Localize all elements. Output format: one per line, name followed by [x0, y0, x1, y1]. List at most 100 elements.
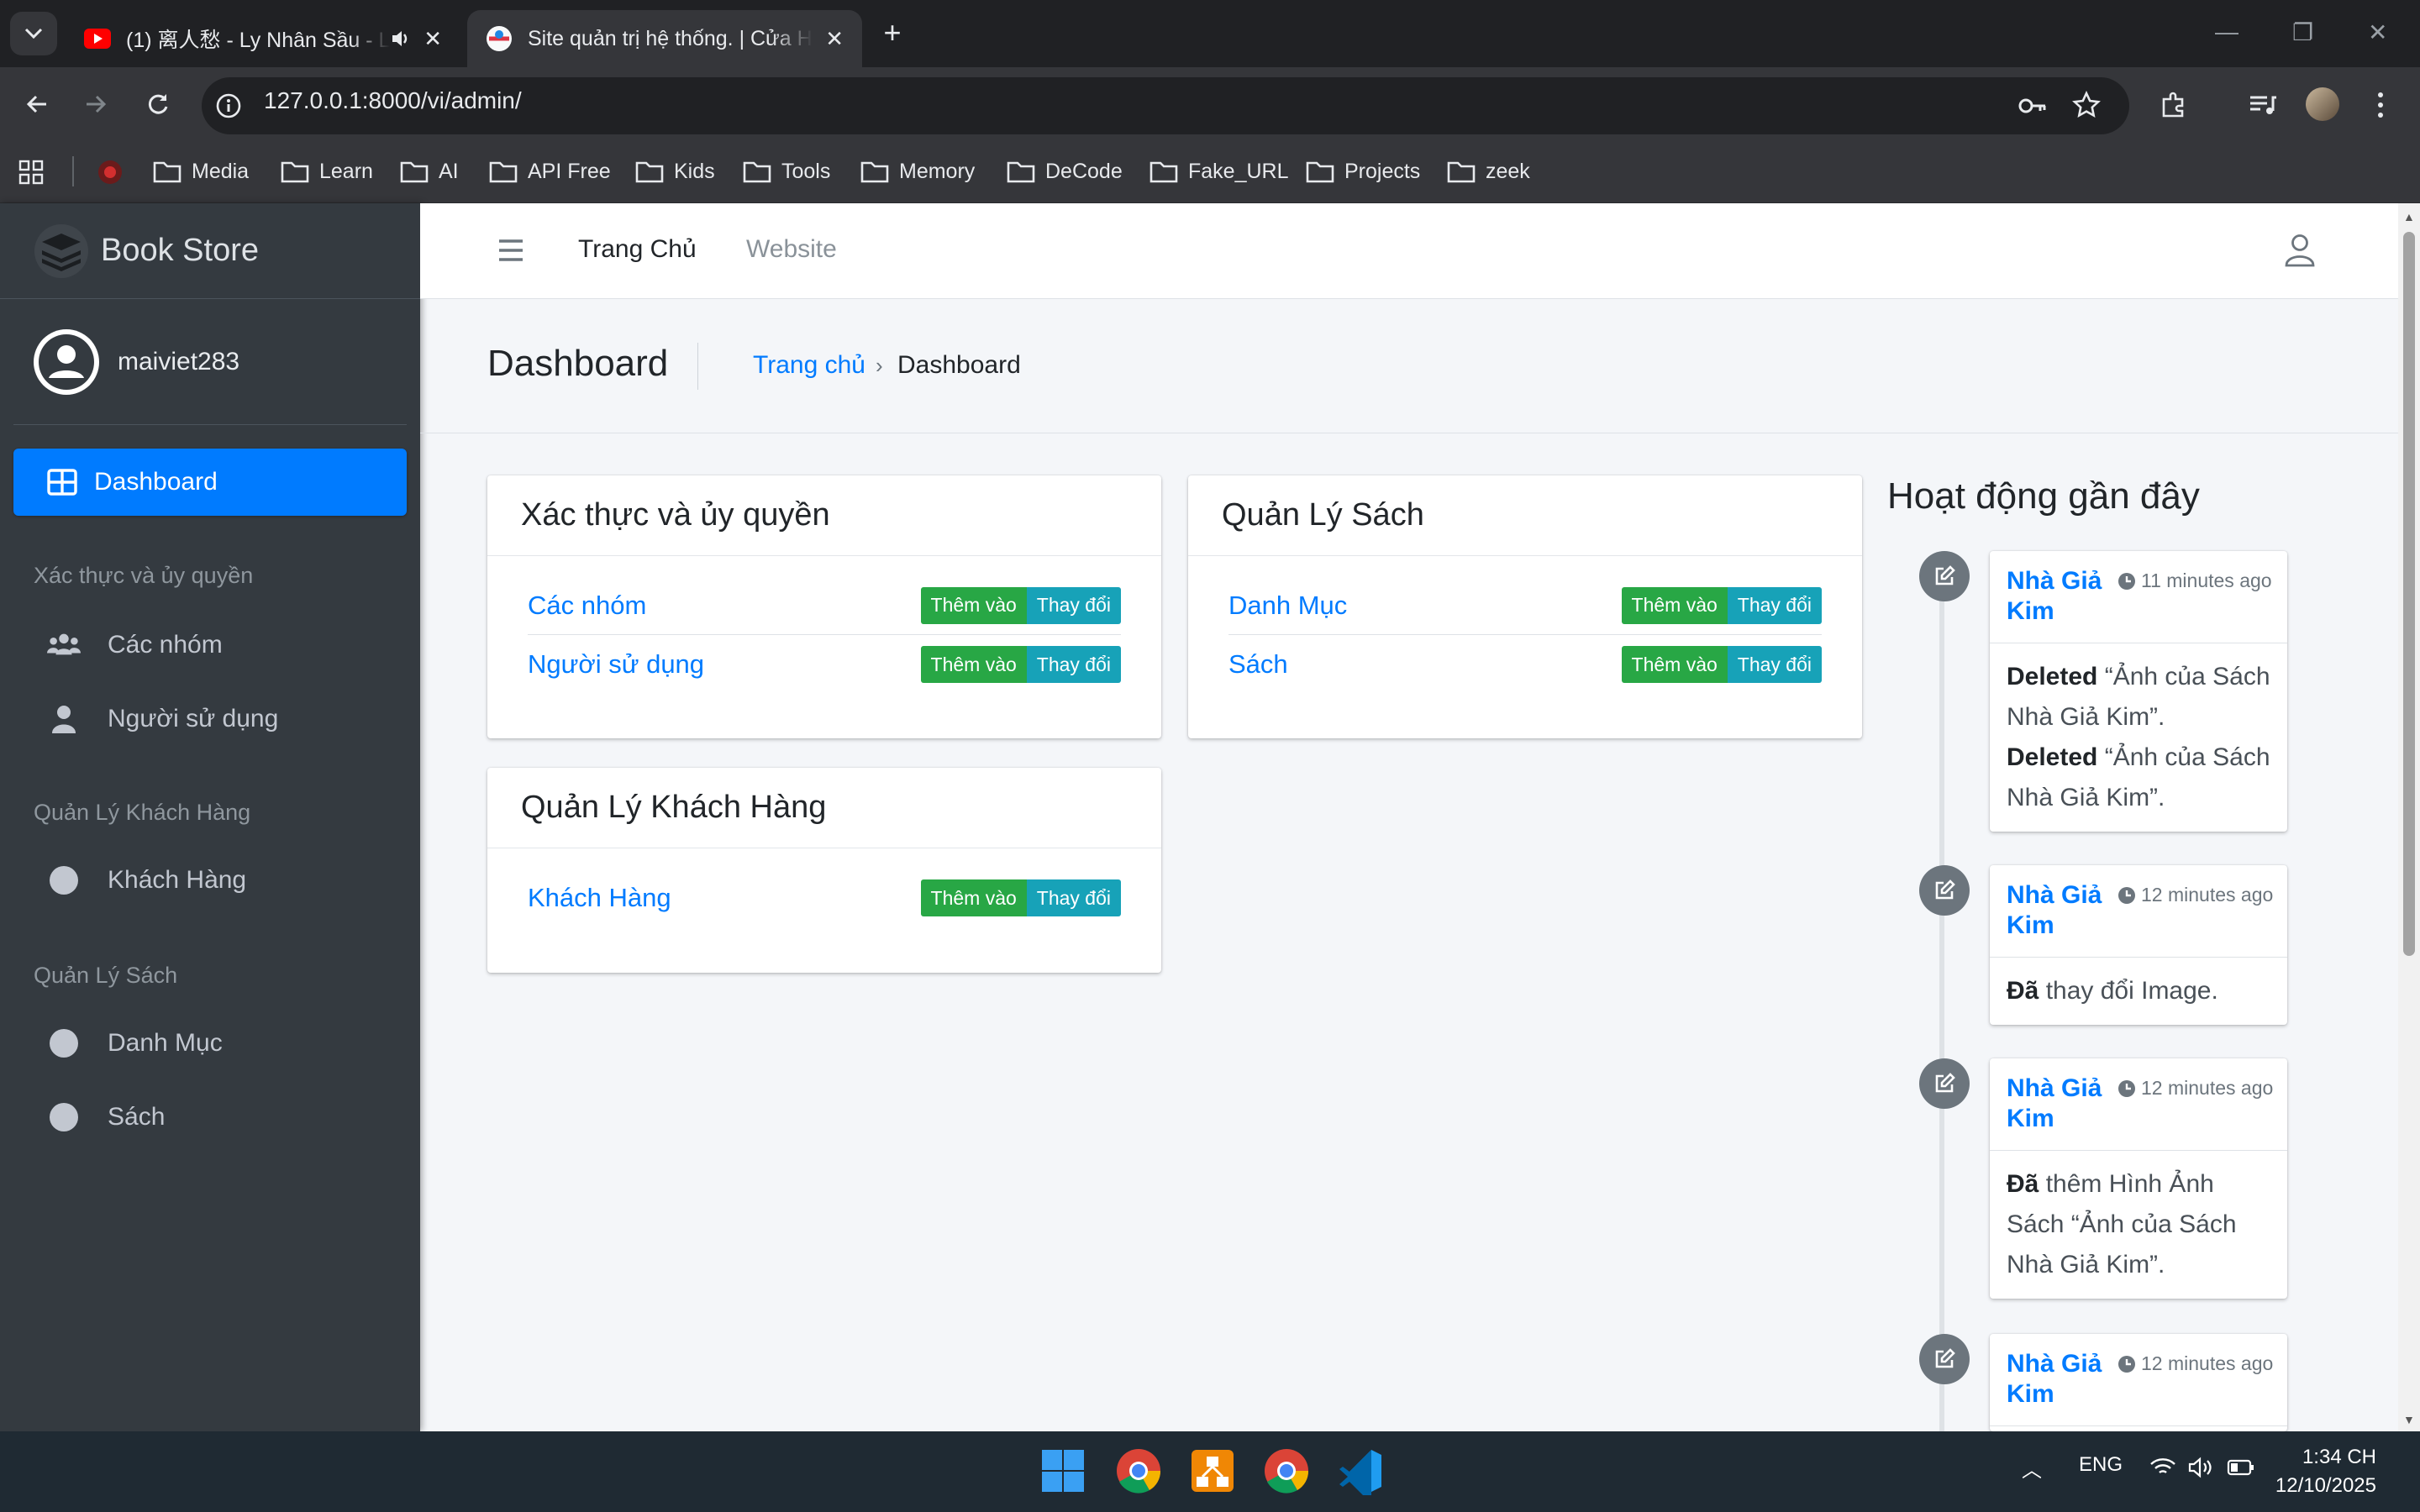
- tab-youtube[interactable]: (1) 离人愁 - Ly Nhân Sầu - L ✕: [66, 10, 460, 67]
- sidebar-item-categories[interactable]: Danh Mục: [13, 1013, 407, 1074]
- speaker-icon[interactable]: [390, 28, 412, 50]
- drawio-icon[interactable]: [1188, 1446, 1237, 1495]
- key-icon[interactable]: [2017, 92, 2047, 119]
- scroll-down-icon[interactable]: ▼: [2403, 1413, 2415, 1426]
- new-tab-button[interactable]: +: [874, 15, 911, 52]
- timeline-author[interactable]: Nhà Giả Kim: [2007, 566, 2116, 627]
- timeline-time: 12 minutes ago: [2141, 1352, 2274, 1374]
- record-icon[interactable]: [96, 158, 124, 186]
- dashboard-grid-icon: [47, 469, 77, 496]
- scrollbar-thumb[interactable]: [2403, 232, 2415, 956]
- bookmark-projects[interactable]: Projects: [1306, 155, 1420, 188]
- sidebar-item-customers[interactable]: Khách Hàng: [13, 850, 407, 911]
- timeline-time: 11 minutes ago: [2141, 570, 2272, 591]
- back-button[interactable]: [18, 86, 55, 123]
- profile-avatar[interactable]: [2306, 87, 2339, 121]
- user-menu-icon[interactable]: [2284, 234, 2316, 267]
- bookmark-zeek[interactable]: zeek: [1447, 155, 1530, 188]
- change-button[interactable]: Thay đổi: [1727, 586, 1822, 624]
- bookmark-tools[interactable]: Tools: [743, 155, 830, 188]
- extensions-icon[interactable]: [2160, 91, 2188, 119]
- arrow-right-icon: [87, 95, 107, 113]
- chrome-icon[interactable]: [1114, 1446, 1163, 1495]
- bookmark-learn[interactable]: Learn: [281, 155, 373, 188]
- timeline-author[interactable]: Nhà Giả Kim: [2007, 880, 2116, 941]
- sidebar-item-books[interactable]: Sách: [13, 1087, 407, 1147]
- timeline-body: Đã thêm Hình Ảnh Sách “Ảnh của Sách Nhà …: [1990, 1151, 2287, 1299]
- chrome-profile-icon[interactable]: [1262, 1446, 1311, 1495]
- brand-link[interactable]: Book Store: [0, 203, 420, 299]
- timeline-author[interactable]: Nhà Giả Kim: [2007, 1349, 2116, 1410]
- wifi-icon[interactable]: [2149, 1457, 2176, 1478]
- menu-dots-icon[interactable]: [2375, 91, 2386, 119]
- add-button[interactable]: Thêm vào: [1621, 586, 1728, 624]
- change-button[interactable]: Thay đổi: [1026, 586, 1121, 624]
- model-link-customers[interactable]: Khách Hàng: [528, 883, 671, 913]
- sidebar-item-label: Danh Mục: [108, 1029, 223, 1057]
- windows-start-icon[interactable]: [1039, 1446, 1087, 1495]
- bookmark-api-free[interactable]: API Free: [489, 155, 611, 188]
- tab-search-button[interactable]: [10, 12, 57, 55]
- minimize-icon[interactable]: —: [2215, 18, 2238, 45]
- sidebar-item-users[interactable]: Người sử dụng: [13, 689, 407, 749]
- add-button[interactable]: Thêm vào: [920, 586, 1027, 624]
- add-button[interactable]: Thêm vào: [920, 879, 1027, 916]
- bookmark-memory[interactable]: Memory: [860, 155, 975, 188]
- volume-icon[interactable]: [2188, 1457, 2213, 1478]
- timeline-item: Nhà Giả Kim 11 minutes ago Deleted “Ảnh …: [1990, 551, 2287, 832]
- admin-sidebar: Book Store maiviet283 Dashboard Xác thực…: [0, 203, 420, 1431]
- hamburger-menu-icon[interactable]: [497, 239, 524, 262]
- nav-home-link[interactable]: Trang Chủ: [578, 235, 697, 264]
- change-button[interactable]: Thay đổi: [1026, 879, 1121, 916]
- system-clock[interactable]: 1:34 CH 12/10/2025: [2275, 1443, 2376, 1500]
- close-tab-icon[interactable]: ✕: [825, 26, 844, 52]
- star-icon[interactable]: [2072, 91, 2101, 119]
- close-tab-icon[interactable]: ✕: [424, 26, 442, 52]
- tray-chevron-icon[interactable]: ︿: [2022, 1453, 2042, 1483]
- vscode-icon[interactable]: [1336, 1446, 1385, 1495]
- site-info-icon[interactable]: [215, 92, 242, 119]
- battery-icon[interactable]: [2227, 1458, 2255, 1477]
- bookmark-media[interactable]: Media: [153, 155, 249, 188]
- reload-button[interactable]: [139, 86, 176, 123]
- sidebar-item-groups[interactable]: Các nhóm: [13, 615, 407, 675]
- page-title: Dashboard: [487, 343, 669, 384]
- recent-actions-title: Hoạt động gần đây: [1887, 475, 2200, 517]
- book-stack-icon: [34, 223, 88, 278]
- model-link-books[interactable]: Sách: [1228, 649, 1288, 680]
- apps-grid-icon[interactable]: [18, 160, 44, 185]
- breadcrumb-home[interactable]: Trang chủ: [753, 351, 865, 380]
- scroll-up-icon[interactable]: ▲: [2403, 210, 2415, 223]
- bookmark-ai[interactable]: AI: [400, 155, 459, 188]
- edit-icon: [1919, 865, 1970, 916]
- close-window-icon[interactable]: ✕: [2368, 18, 2387, 46]
- bookmark-kids[interactable]: Kids: [635, 155, 715, 188]
- chevron-down-icon: [24, 28, 43, 39]
- breadcrumb-separator: ›: [876, 353, 883, 378]
- media-control-icon[interactable]: [2249, 92, 2277, 118]
- username: maiviet283: [118, 347, 240, 375]
- bookmark-decode[interactable]: DeCode: [1007, 155, 1123, 188]
- bookmark-fake-url[interactable]: Fake_URL: [1150, 155, 1289, 188]
- model-link-categories[interactable]: Danh Mục: [1228, 591, 1347, 621]
- model-link-users[interactable]: Người sử dụng: [528, 649, 704, 680]
- model-link-groups[interactable]: Các nhóm: [528, 591, 646, 621]
- add-button[interactable]: Thêm vào: [920, 646, 1027, 683]
- timeline-item: Nhà Giả Kim 12 minutes ago Đã thay đổi I…: [1990, 865, 2287, 1025]
- user-panel[interactable]: maiviet283: [13, 299, 407, 425]
- sidebar-item-dashboard[interactable]: Dashboard: [13, 449, 407, 516]
- model-row: Khách Hàng Thêm vào Thay đổi: [528, 869, 1121, 927]
- timeline-author[interactable]: Nhà Giả Kim: [2007, 1074, 2116, 1134]
- change-button[interactable]: Thay đổi: [1727, 646, 1822, 683]
- language-indicator[interactable]: ENG: [2079, 1453, 2123, 1477]
- restore-icon[interactable]: ❐: [2292, 18, 2313, 46]
- edit-icon: [1919, 551, 1970, 601]
- forward-button[interactable]: [77, 86, 114, 123]
- edit-icon: [1919, 1334, 1970, 1384]
- timeline-body: Deleted “Ảnh của Sách Nhà Giả Kim”. Dele…: [1990, 643, 2287, 832]
- tab-admin[interactable]: Site quản trị hệ thống. | Cửa Hà ✕: [467, 10, 862, 67]
- url-text[interactable]: 127.0.0.1:8000/vi/admin/: [264, 87, 522, 114]
- nav-website-link[interactable]: Website: [746, 235, 837, 264]
- add-button[interactable]: Thêm vào: [1621, 646, 1728, 683]
- change-button[interactable]: Thay đổi: [1026, 646, 1121, 683]
